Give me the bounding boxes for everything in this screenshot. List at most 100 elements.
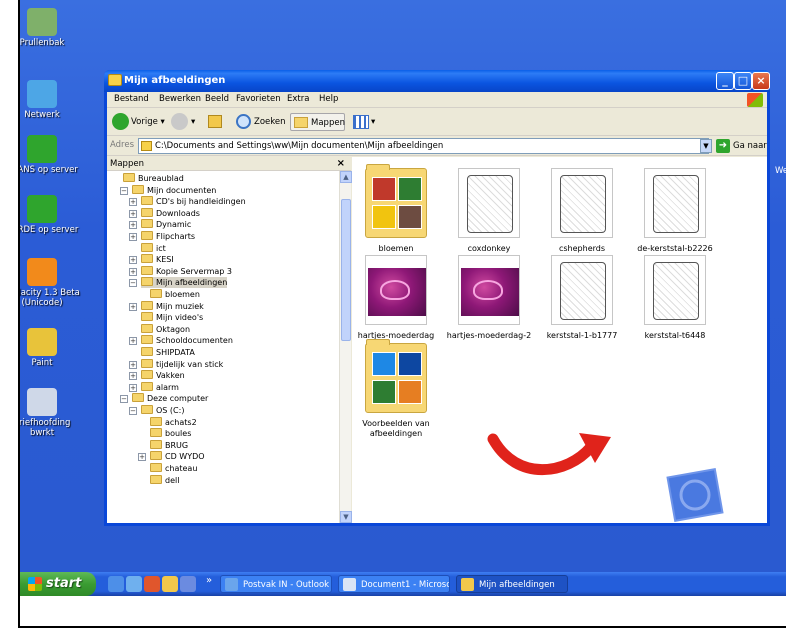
search-button[interactable]: Zoeken — [235, 113, 287, 131]
quicklaunch-media-icon[interactable] — [144, 576, 160, 592]
tree-expander[interactable]: − — [120, 395, 128, 404]
quicklaunch-desktop-icon[interactable] — [126, 576, 142, 592]
folder-thumbnail[interactable] — [365, 164, 427, 238]
minimize-button[interactable]: _ — [716, 72, 734, 90]
file-label[interactable]: hartjes-moederdag — [351, 331, 441, 341]
address-input[interactable]: C:\Documents and Settings\ww\Mijn docume… — [138, 138, 709, 154]
scroll-up-button[interactable]: ▲ — [340, 171, 352, 183]
file-label[interactable]: kerststal-1-b1777 — [537, 331, 627, 341]
menu-favorieten[interactable]: Favorieten — [236, 94, 281, 104]
tree-item[interactable]: bloemen — [150, 289, 200, 300]
tree-expander[interactable]: + — [129, 209, 137, 218]
tree-expander[interactable]: + — [129, 383, 137, 392]
menu-bestand[interactable]: Bestand — [114, 94, 149, 104]
image-thumbnail[interactable] — [644, 255, 706, 325]
task-outlook[interactable]: Postvak IN - Outlook ... — [220, 575, 332, 593]
tree-item[interactable]: Deze computer — [132, 393, 208, 404]
menu-help[interactable]: Help — [319, 94, 338, 104]
tree-item[interactable]: boules — [150, 428, 191, 439]
tree-item[interactable]: Vakken — [141, 370, 185, 381]
tree-item[interactable]: OS (C:) — [141, 405, 184, 416]
tree-expander[interactable]: + — [129, 267, 137, 276]
tree-item[interactable]: Flipcharts — [141, 231, 195, 242]
folder-pane-close-button[interactable]: × — [337, 157, 345, 171]
tree-item[interactable]: dell — [150, 474, 179, 486]
tree-item[interactable]: KESI — [141, 254, 174, 265]
tree-expander[interactable]: + — [129, 302, 137, 311]
tree-item[interactable]: Dynamic — [141, 219, 191, 230]
file-label[interactable]: Voorbeelden van afbeeldingen — [351, 419, 441, 439]
quicklaunch-app-icon[interactable] — [180, 576, 196, 592]
quicklaunch-more-button[interactable]: » — [206, 575, 212, 586]
tree-item[interactable]: Mijn afbeeldingen — [141, 277, 228, 289]
start-button[interactable]: start — [20, 572, 96, 596]
close-button[interactable]: × — [752, 72, 770, 90]
tree-item[interactable]: alarm — [141, 381, 179, 393]
scroll-thumb[interactable] — [341, 199, 351, 341]
maximize-button[interactable]: □ — [734, 72, 752, 90]
desktop-shortcut[interactable]: SCANS op server — [20, 135, 82, 175]
image-thumbnail[interactable] — [644, 168, 706, 238]
go-arrow-icon[interactable]: ➜ — [716, 139, 730, 153]
image-thumbnail[interactable] — [551, 168, 613, 238]
image-thumbnail[interactable] — [551, 255, 613, 325]
image-thumbnail[interactable] — [365, 255, 427, 325]
tree-item[interactable]: CD's bij handleidingen — [141, 196, 246, 207]
quicklaunch-explorer-icon[interactable] — [162, 576, 178, 592]
tree-expander[interactable]: + — [129, 256, 137, 265]
image-thumbnail[interactable] — [458, 255, 520, 325]
scroll-down-button[interactable]: ▼ — [340, 511, 352, 523]
desktop-shortcut[interactable]: Paint — [20, 328, 82, 368]
title-bar[interactable]: Mijn afbeeldingen _ □ × — [104, 70, 770, 92]
tree-item[interactable]: Oktagon — [141, 323, 190, 335]
tree-item[interactable]: Mijn muziek — [141, 300, 204, 312]
task-word[interactable]: Document1 - Microsof... — [338, 575, 450, 593]
menu-beeld[interactable]: Beeld — [205, 94, 229, 104]
views-button[interactable]: ▾ — [353, 113, 381, 131]
file-label[interactable]: kerststal-t6448 — [630, 331, 720, 341]
quicklaunch-ie-icon[interactable] — [108, 576, 124, 592]
tree-item[interactable]: ict — [141, 242, 166, 254]
forward-button[interactable]: ▾ — [171, 113, 201, 131]
tree-item[interactable]: CD WYDO — [150, 451, 205, 462]
image-thumbnail[interactable] — [458, 168, 520, 238]
tree-item[interactable]: Mijn video's — [141, 312, 203, 323]
menu-extra[interactable]: Extra — [287, 94, 309, 104]
file-label[interactable]: cshepherds — [537, 244, 627, 254]
desktop-shortcut[interactable]: briefhoofding bwrkt — [20, 388, 82, 438]
desktop-shortcut[interactable]: Audacity 1.3 Beta (Unicode) — [20, 258, 82, 308]
tree-expander[interactable]: + — [129, 221, 137, 230]
tree-item[interactable]: Downloads — [141, 207, 200, 219]
tree-expander[interactable]: + — [138, 453, 146, 462]
tree-expander[interactable]: + — [129, 360, 137, 369]
folders-button[interactable]: Mappen — [290, 113, 345, 131]
tree-item[interactable]: SHIPDATA — [141, 347, 195, 358]
tree-scrollbar[interactable]: ▲ ▼ — [339, 171, 352, 523]
folder-thumbnail[interactable] — [365, 339, 427, 413]
file-label[interactable]: coxdonkey — [444, 244, 534, 254]
tree-item[interactable]: achats2 — [150, 416, 197, 428]
file-label[interactable]: hartjes-moederdag-2 — [444, 331, 534, 341]
tree-item[interactable]: Mijn documenten — [132, 184, 216, 196]
tree-expander[interactable]: − — [129, 407, 137, 415]
file-label[interactable]: de-kerststal-b2226 — [630, 244, 720, 254]
tree-item[interactable]: Schooldocumenten — [141, 335, 233, 346]
tree-expander[interactable]: + — [129, 233, 137, 241]
tree-item[interactable]: Kopie Servermap 3 — [141, 265, 232, 277]
file-label[interactable]: bloemen — [351, 244, 441, 254]
desktop-shortcut[interactable]: DERDE op server — [20, 195, 82, 235]
tree-item[interactable]: chateau — [150, 463, 197, 474]
menu-bewerken[interactable]: Bewerken — [159, 94, 201, 104]
up-folder-button[interactable] — [207, 113, 225, 131]
address-dropdown-button[interactable]: ▼ — [700, 139, 712, 153]
desktop-shortcut[interactable]: Prullenbak — [20, 8, 82, 48]
tree-expander[interactable]: + — [129, 372, 137, 381]
go-button[interactable]: Ga naar — [733, 141, 767, 151]
tree-expander[interactable]: + — [129, 198, 137, 207]
tree-item[interactable]: BRUG — [150, 439, 188, 451]
tree-expander[interactable]: − — [120, 186, 128, 195]
tree-expander[interactable]: + — [129, 337, 137, 346]
back-button[interactable]: Vorige ▾ — [111, 113, 169, 131]
tree-item[interactable]: tijdelijk van stick — [141, 358, 223, 370]
tree-expander[interactable]: − — [129, 279, 137, 288]
